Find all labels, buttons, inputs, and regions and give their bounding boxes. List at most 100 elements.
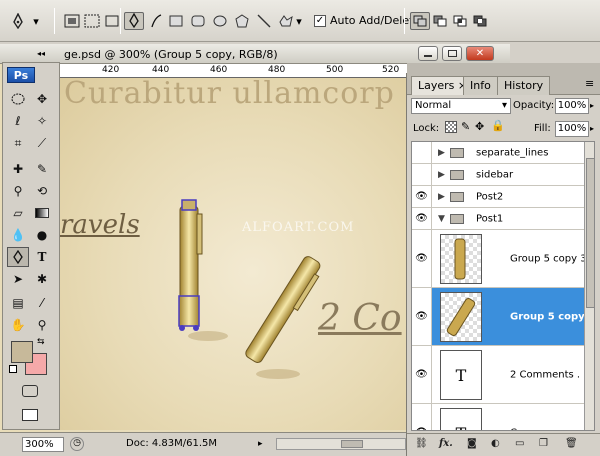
move-tool-icon[interactable]: ✥ — [31, 89, 53, 109]
pen-graphic-selected[interactable] — [168, 196, 228, 346]
scrollbar-thumb[interactable] — [341, 440, 363, 448]
lock-brush-icon[interactable]: ✎ — [461, 120, 470, 133]
status-menu-icon[interactable]: ◷ — [70, 437, 84, 451]
preset-dropdown-arrow-icon[interactable]: ▾ — [30, 12, 42, 30]
expand-arrow-icon[interactable]: ▶ — [438, 148, 445, 158]
freeform-pen-icon[interactable] — [146, 12, 166, 30]
collapse-arrows-icon[interactable]: ◂◂ — [37, 49, 45, 58]
layer-group-row[interactable]: ▶ sidebar — [412, 164, 594, 186]
brush-tool-icon[interactable]: ✎ — [31, 159, 53, 179]
polygon-shape-icon[interactable] — [232, 12, 252, 30]
visibility-toggle[interactable]: 👁 — [412, 186, 432, 207]
paths-mode-icon[interactable] — [82, 12, 102, 30]
rounded-rectangle-icon[interactable] — [188, 12, 208, 30]
eraser-tool-icon[interactable]: ▱ — [7, 203, 29, 223]
ellipse-shape-icon[interactable] — [210, 12, 230, 30]
layer-style-icon[interactable]: fx. — [439, 438, 453, 449]
rectangle-shape-icon[interactable] — [166, 12, 186, 30]
blend-mode-select[interactable]: Normal ▾ — [411, 98, 511, 114]
document-canvas[interactable]: Curabitur ullamcorp ravels 2 Co ALFOART.… — [60, 78, 410, 430]
swap-colors-icon[interactable]: ⇆ — [37, 337, 45, 347]
panel-menu-icon[interactable]: ≡ — [585, 77, 594, 90]
layer-row-selected[interactable]: 👁 Group 5 copy — [412, 288, 594, 346]
layer-row[interactable]: 👁 T C — [412, 404, 594, 430]
auto-add-delete-checkbox[interactable]: ✓ — [314, 15, 326, 27]
fill-pixels-icon[interactable] — [102, 12, 122, 30]
slice-tool-icon[interactable]: ⟋ — [31, 133, 53, 153]
document-title-bar[interactable]: ge.psd @ 300% (Group 5 copy, RGB/8) ✕ — [0, 44, 510, 64]
screen-mode-icon[interactable] — [19, 405, 41, 425]
add-to-path-area-icon[interactable] — [410, 12, 430, 30]
lasso-tool-icon[interactable]: ℓ — [7, 111, 29, 131]
zoom-level-field[interactable]: 300% — [22, 437, 64, 452]
close-button[interactable]: ✕ — [466, 46, 494, 61]
tab-history[interactable]: History — [497, 76, 551, 95]
visibility-toggle[interactable]: 👁 — [412, 208, 432, 229]
fill-field[interactable]: 100% — [555, 121, 589, 137]
marquee-tool-icon[interactable] — [7, 89, 29, 109]
expand-arrow-icon[interactable]: ▶ — [438, 192, 445, 202]
gradient-tool-icon[interactable] — [31, 203, 53, 223]
minimize-button[interactable] — [418, 46, 438, 61]
pen-tool-active-icon[interactable] — [7, 247, 29, 267]
zoom-tool-icon[interactable]: ⚲ — [31, 315, 53, 335]
hand-tool-icon[interactable]: ✋ — [7, 315, 29, 335]
shape-dropdown-arrow-icon[interactable]: ▾ — [294, 12, 304, 30]
layer-group-row[interactable]: 👁 ▶ Post2 — [412, 186, 594, 208]
expand-arrow-icon[interactable]: ▶ — [438, 170, 445, 180]
visibility-toggle[interactable] — [412, 164, 432, 185]
subtract-from-path-area-icon[interactable] — [430, 12, 450, 30]
visibility-toggle[interactable]: 👁 — [412, 346, 432, 403]
exclude-overlapping-icon[interactable] — [470, 12, 490, 30]
tab-info[interactable]: Info — [463, 76, 498, 95]
horizontal-scrollbar[interactable] — [276, 438, 406, 450]
layer-row[interactable]: 👁 T 2 Comments . ... — [412, 346, 594, 404]
new-layer-icon[interactable]: ❐ — [539, 438, 548, 449]
status-arrow-icon[interactable]: ▸ — [258, 439, 268, 449]
clone-stamp-icon[interactable]: ⚲ — [7, 181, 29, 201]
intersect-path-areas-icon[interactable] — [450, 12, 470, 30]
adjustment-layer-icon[interactable]: ◐ — [491, 438, 500, 449]
layer-mask-icon[interactable]: ◙ — [467, 438, 477, 449]
custom-shape-icon[interactable] — [276, 12, 296, 30]
path-selection-icon[interactable]: ➤ — [7, 269, 29, 289]
maximize-button[interactable] — [442, 46, 462, 61]
healing-brush-icon[interactable]: ✚ — [7, 159, 29, 179]
opacity-arrow-icon[interactable]: ▸ — [590, 101, 594, 110]
fill-arrow-icon[interactable]: ▸ — [590, 124, 594, 133]
lock-transparent-icon[interactable] — [445, 121, 457, 133]
pen-tool-preset-icon[interactable] — [8, 12, 28, 30]
opacity-field[interactable]: 100% — [555, 98, 589, 114]
default-colors-icon[interactable] — [9, 365, 17, 373]
link-layers-icon[interactable]: ⛓ — [415, 438, 428, 449]
lock-all-icon[interactable]: 🔒 — [491, 119, 505, 132]
type-tool-icon[interactable]: T — [31, 247, 53, 267]
visibility-toggle[interactable]: 👁 — [412, 230, 432, 287]
new-group-icon[interactable]: ▭ — [515, 438, 524, 449]
visibility-toggle[interactable]: 👁 — [412, 288, 432, 345]
shape-layers-icon[interactable] — [62, 12, 82, 30]
crop-tool-icon[interactable]: ⌗ — [7, 133, 29, 153]
delete-layer-icon[interactable]: 🗑 — [565, 438, 578, 449]
eyedropper-icon[interactable]: ⁄ — [31, 293, 53, 313]
blur-tool-icon[interactable]: 💧 — [7, 225, 29, 245]
notes-tool-icon[interactable]: ▤ — [7, 293, 29, 313]
foreground-color-swatch[interactable] — [11, 341, 33, 363]
layers-scrollbar[interactable] — [584, 142, 594, 430]
layer-group-row[interactable]: ▶ separate_lines — [412, 142, 594, 164]
dodge-tool-icon[interactable]: ● — [31, 225, 53, 245]
line-shape-icon[interactable] — [254, 12, 274, 30]
layer-row[interactable]: 👁 Group 5 copy 3 — [412, 230, 594, 288]
visibility-toggle[interactable] — [412, 142, 432, 163]
collapse-arrow-icon[interactable]: ▼ — [438, 214, 445, 224]
custom-shape-tool-icon[interactable]: ✱ — [31, 269, 53, 289]
pen-graphic-tilted[interactable] — [230, 246, 330, 386]
quick-mask-icon[interactable] — [19, 381, 41, 401]
magic-wand-icon[interactable]: ✧ — [31, 111, 53, 131]
pen-tool-icon[interactable] — [124, 12, 144, 30]
lock-position-icon[interactable]: ✥ — [475, 120, 484, 133]
layer-group-row[interactable]: 👁 ▼ Post1 — [412, 208, 594, 230]
scrollbar-thumb[interactable] — [586, 158, 594, 308]
history-brush-icon[interactable]: ⟲ — [31, 181, 53, 201]
visibility-toggle[interactable]: 👁 — [412, 404, 432, 430]
